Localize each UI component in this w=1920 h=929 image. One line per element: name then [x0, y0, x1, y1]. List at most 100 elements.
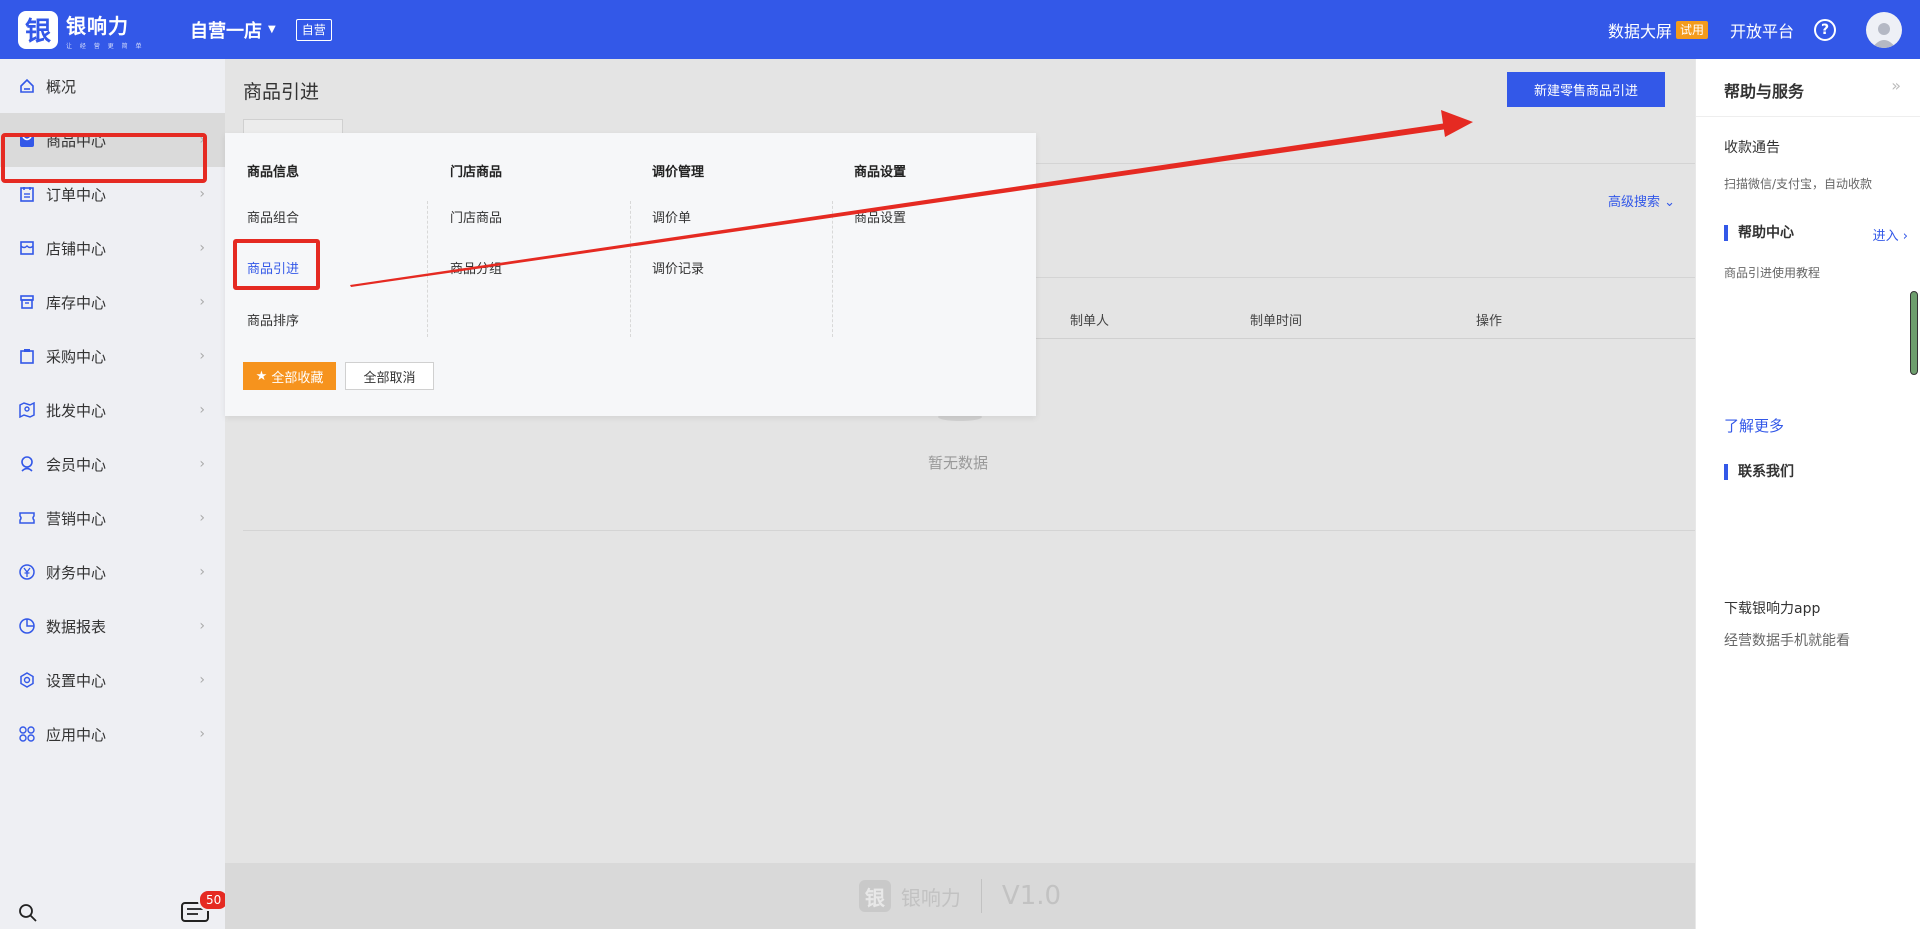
- order-icon: [18, 185, 36, 203]
- star-icon: ★: [255, 368, 268, 383]
- favorite-all-button[interactable]: ★ 全部收藏: [243, 362, 336, 390]
- sidebar-item-label: 营销中心: [46, 509, 107, 528]
- sidebar-item-label: 会员中心: [46, 455, 107, 474]
- advanced-search-label: 高级搜索: [1607, 195, 1660, 210]
- sidebar-item-overview[interactable]: 概况: [0, 59, 225, 113]
- pie-icon: [18, 617, 36, 635]
- sidebar-item-marketing[interactable]: 营销中心 ›: [0, 491, 225, 545]
- cancel-all-button[interactable]: 全部取消: [345, 362, 434, 390]
- sidebar-item-finance[interactable]: 财务中心 ›: [0, 545, 225, 599]
- notice-description: 扫描微信/支付宝，自动收款: [1724, 177, 1873, 191]
- sidebar-item-label: 应用中心: [46, 725, 107, 744]
- new-retail-import-button[interactable]: 新建零售商品引进: [1507, 72, 1665, 107]
- menu-column-heading: 调价管理: [652, 165, 705, 180]
- data-screen-link[interactable]: 数据大屏: [1608, 18, 1672, 42]
- footer-brand-name: 银响力: [900, 885, 961, 910]
- chevron-right-icon: ›: [199, 726, 205, 742]
- sidebar-item-inventory[interactable]: 库存中心 ›: [0, 275, 225, 329]
- menu-item-store-products[interactable]: 门店商品: [450, 207, 502, 226]
- store-type-tag: 自营: [295, 18, 332, 41]
- product-center-menu: 商品信息 商品组合 商品引进 商品排序 门店商品 门店商品 商品分组 调价管理 …: [225, 133, 1036, 416]
- double-chevron-right-icon[interactable]: »: [1891, 76, 1901, 95]
- ticket-icon: [18, 509, 36, 527]
- open-platform-link[interactable]: 开放平台: [1730, 18, 1794, 42]
- caret-down-icon: ▼: [268, 24, 276, 35]
- logo-mark: 银: [18, 10, 58, 49]
- sidebar-item-members[interactable]: 会员中心 ›: [0, 437, 225, 491]
- store-name: 自营一店: [190, 20, 262, 42]
- sidebar-item-label: 设置中心: [46, 671, 107, 690]
- menu-item-price-adjust-order[interactable]: 调价单: [652, 207, 691, 226]
- advanced-search-toggle[interactable]: 高级搜索 ⌄: [1608, 191, 1675, 210]
- annotation-highlight-box: [1, 133, 207, 183]
- search-icon[interactable]: [18, 903, 38, 927]
- sidebar-item-apps[interactable]: 应用中心 ›: [0, 707, 225, 761]
- help-center-enter-link[interactable]: 进入 ›: [1873, 225, 1908, 244]
- chevron-right-icon: ›: [199, 348, 205, 364]
- notice-title: 收款通告: [1724, 140, 1780, 156]
- column-header-creator: 制单人: [1070, 314, 1110, 329]
- user-icon: [1872, 22, 1896, 48]
- menu-item-product-combo[interactable]: 商品组合: [247, 207, 299, 226]
- menu-item-product-settings[interactable]: 商品设置: [854, 207, 906, 226]
- shop-icon: [18, 239, 36, 257]
- sidebar-item-label: 批发中心: [46, 401, 107, 420]
- home-icon: [18, 77, 36, 95]
- store-selector[interactable]: 自营一店 ▼: [190, 17, 276, 43]
- logo-text: 银响力 让 经 营 更 简 单: [66, 10, 145, 50]
- contact-us-heading: 联系我们: [1724, 464, 1794, 480]
- menu-item-price-adjust-records[interactable]: 调价记录: [652, 258, 704, 277]
- sidebar-item-label: 订单中心: [46, 185, 107, 204]
- learn-more-link[interactable]: 了解更多: [1724, 415, 1784, 436]
- tutorial-link[interactable]: 商品引进使用教程: [1724, 264, 1820, 281]
- empty-state-text: 暂无数据: [928, 454, 989, 472]
- sidebar-item-purchasing[interactable]: 采购中心 ›: [0, 329, 225, 383]
- sidebar-footer: 50: [0, 889, 230, 929]
- scrollbar-thumb[interactable]: [1910, 291, 1918, 375]
- help-icon[interactable]: ?: [1814, 18, 1836, 41]
- chevron-right-icon: ›: [199, 564, 205, 580]
- menu-item-product-groups[interactable]: 商品分组: [450, 258, 502, 277]
- chevron-right-icon: ›: [199, 186, 205, 202]
- column-header-actions: 操作: [1476, 314, 1503, 329]
- sidebar-item-reports[interactable]: 数据报表 ›: [0, 599, 225, 653]
- chevron-right-icon: ›: [199, 402, 205, 418]
- sidebar-item-label: 采购中心: [46, 347, 107, 366]
- enter-label: 进入: [1872, 229, 1899, 244]
- menu-item-product-sort[interactable]: 商品排序: [247, 310, 299, 329]
- download-app-title: 下载银响力app: [1724, 601, 1821, 617]
- chevron-right-icon: ›: [1902, 229, 1908, 244]
- map-icon: [18, 401, 36, 419]
- sidebar-item-label: 库存中心: [46, 293, 107, 312]
- menu-column-product-info: 商品信息 商品组合 商品引进 商品排序: [225, 133, 428, 333]
- apps-icon: [18, 725, 36, 743]
- menu-column-price-management: 调价管理 调价单 调价记录: [630, 133, 833, 333]
- sidebar: 概况 商品中心 › 订单中心 › 店铺中心 › 库存中心 › 采购中心 › 批发…: [0, 59, 230, 929]
- inventory-icon: [18, 293, 36, 311]
- sidebar-item-stores[interactable]: 店铺中心 ›: [0, 221, 225, 275]
- yen-icon: [18, 563, 36, 581]
- logo[interactable]: 银 银响力 让 经 营 更 简 单: [18, 10, 153, 50]
- menu-column-heading: 商品信息: [247, 165, 300, 180]
- chevron-right-icon: ›: [199, 510, 205, 526]
- help-center-heading: 帮助中心: [1724, 225, 1794, 241]
- hexagon-icon: [18, 671, 36, 689]
- brand-footer: 银 银响力 V1.0: [225, 863, 1695, 929]
- panel-title: 帮助与服务: [1724, 82, 1805, 101]
- page-title: 商品引进: [243, 81, 320, 103]
- menu-column-store-products: 门店商品 门店商品 商品分组: [428, 133, 631, 333]
- messages-button[interactable]: 50: [180, 889, 230, 929]
- double-chevron-down-icon: ⌄: [1664, 195, 1675, 210]
- footer-version: V1.0: [1001, 881, 1062, 911]
- menu-column-heading: 门店商品: [450, 165, 503, 180]
- menu-column-heading: 商品设置: [854, 165, 907, 180]
- trial-badge: 试用: [1675, 20, 1708, 39]
- menu-column-product-settings: 商品设置 商品设置: [832, 133, 1035, 333]
- sidebar-item-wholesale[interactable]: 批发中心 ›: [0, 383, 225, 437]
- avatar[interactable]: [1866, 11, 1902, 48]
- chevron-right-icon: ›: [199, 618, 205, 634]
- annotation-highlight-box: [233, 239, 320, 290]
- divider: [243, 530, 1695, 531]
- logo-name: 银响力: [66, 13, 129, 38]
- sidebar-item-settings[interactable]: 设置中心 ›: [0, 653, 225, 707]
